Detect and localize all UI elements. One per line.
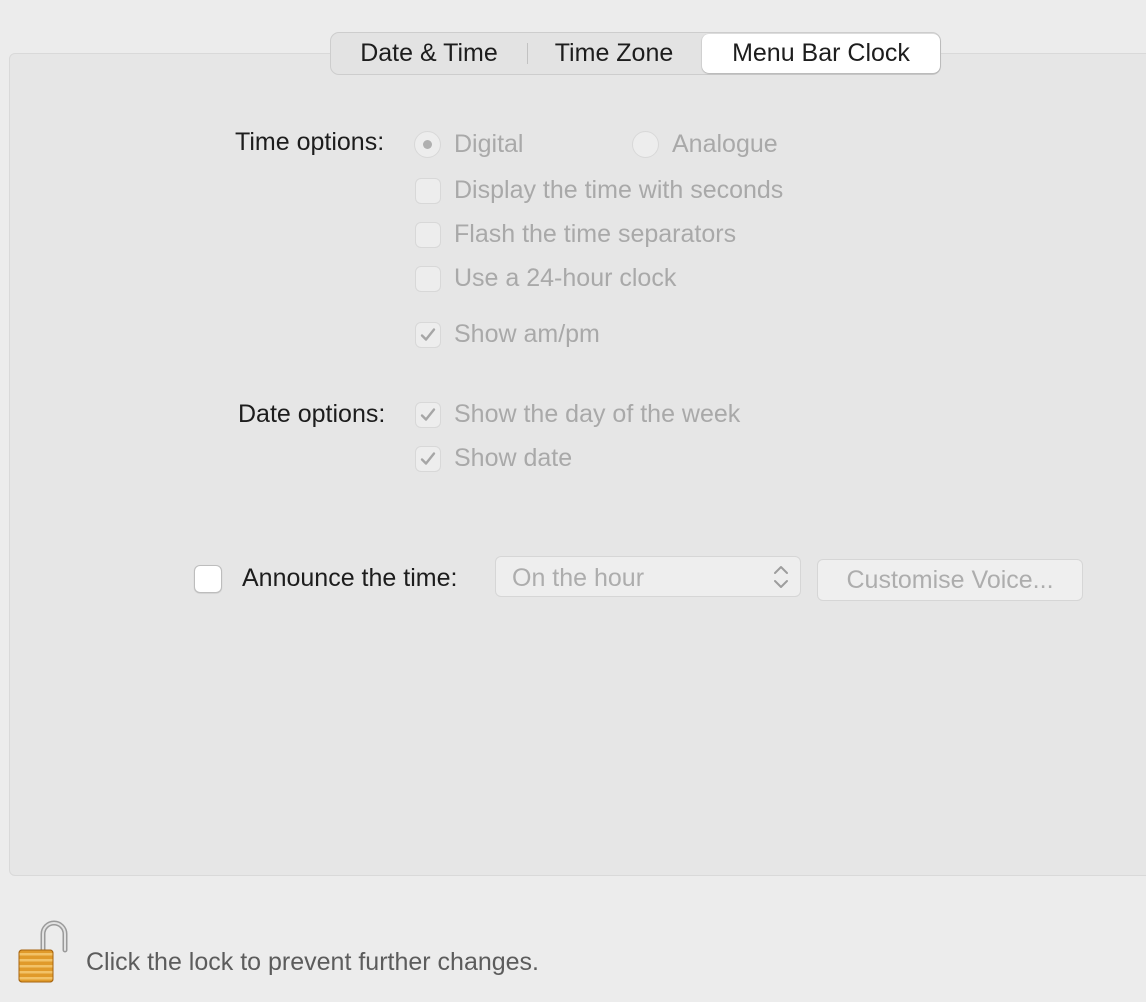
checkmark-icon bbox=[420, 452, 436, 465]
show-date-label: Show date bbox=[454, 444, 573, 472]
lock-status-text: Click the lock to prevent further change… bbox=[86, 948, 540, 976]
analogue-radio-label: Analogue bbox=[672, 130, 778, 158]
analogue-radio[interactable] bbox=[632, 131, 659, 158]
flash-separators-checkbox[interactable] bbox=[415, 222, 441, 248]
use-24-hour-checkbox[interactable] bbox=[415, 266, 441, 292]
unlocked-padlock-icon[interactable] bbox=[16, 920, 68, 984]
tab-bar: Date & Time Time Zone Menu Bar Clock bbox=[330, 32, 941, 75]
show-ampm-checkbox[interactable] bbox=[415, 322, 441, 348]
digital-radio-label: Digital bbox=[454, 130, 524, 158]
tab-date-time[interactable]: Date & Time bbox=[331, 33, 527, 74]
tab-time-zone[interactable]: Time Zone bbox=[527, 33, 701, 74]
show-day-of-week-checkbox[interactable] bbox=[415, 402, 441, 428]
display-seconds-label: Display the time with seconds bbox=[454, 176, 784, 204]
announce-interval-value: On the hour bbox=[512, 564, 645, 592]
show-date-checkbox[interactable] bbox=[415, 446, 441, 472]
digital-radio[interactable] bbox=[414, 131, 441, 158]
announce-time-checkbox[interactable] bbox=[194, 565, 222, 593]
announce-time-label: Announce the time: bbox=[242, 564, 458, 592]
display-seconds-checkbox[interactable] bbox=[415, 178, 441, 204]
time-options-label: Time options: bbox=[235, 128, 385, 156]
checkmark-icon bbox=[420, 408, 436, 421]
show-day-of-week-label: Show the day of the week bbox=[454, 400, 741, 428]
date-options-label: Date options: bbox=[238, 400, 386, 428]
show-ampm-label: Show am/pm bbox=[454, 320, 600, 348]
customise-voice-button[interactable]: Customise Voice... bbox=[817, 559, 1083, 601]
checkmark-icon bbox=[420, 328, 436, 341]
radio-selected-dot bbox=[423, 140, 432, 149]
flash-separators-label: Flash the time separators bbox=[454, 220, 737, 248]
up-down-chevron-icon bbox=[774, 566, 788, 588]
use-24-hour-label: Use a 24-hour clock bbox=[454, 264, 677, 292]
announce-interval-popup[interactable]: On the hour bbox=[495, 556, 801, 597]
tab-menu-bar-clock[interactable]: Menu Bar Clock bbox=[702, 34, 940, 73]
